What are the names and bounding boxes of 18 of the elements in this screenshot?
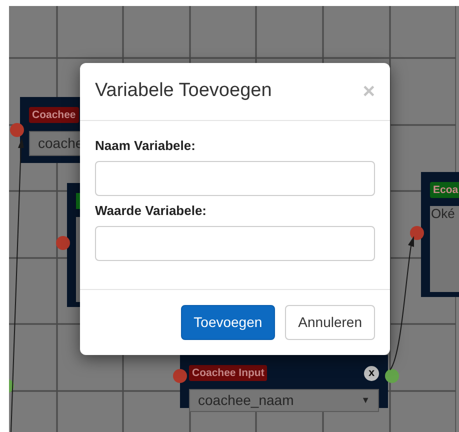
- close-button[interactable]: ×: [362, 81, 375, 102]
- field-label: Waarde Variabele:: [95, 202, 208, 220]
- dialog-title: Variabele Toevoegen: [95, 79, 272, 104]
- connector-port[interactable]: [385, 369, 399, 383]
- node-label: Coachee Input: [189, 365, 268, 381]
- text-area[interactable]: Oké: [430, 206, 459, 292]
- input-field[interactable]: [95, 226, 375, 261]
- connector-port[interactable]: [173, 369, 187, 383]
- node-label: Coachee: [29, 107, 79, 123]
- close-button[interactable]: x: [364, 366, 379, 380]
- add-button[interactable]: Toevoegen: [180, 305, 276, 340]
- connector-port[interactable]: [10, 123, 24, 137]
- select-field[interactable]: coachee_naam ▼: [189, 389, 379, 412]
- input-field[interactable]: [95, 161, 375, 196]
- cancel-button[interactable]: Annuleren: [285, 305, 375, 340]
- connector-port[interactable]: [56, 236, 70, 250]
- node-label: Ecoa: [430, 182, 459, 198]
- connector-port[interactable]: [410, 226, 424, 240]
